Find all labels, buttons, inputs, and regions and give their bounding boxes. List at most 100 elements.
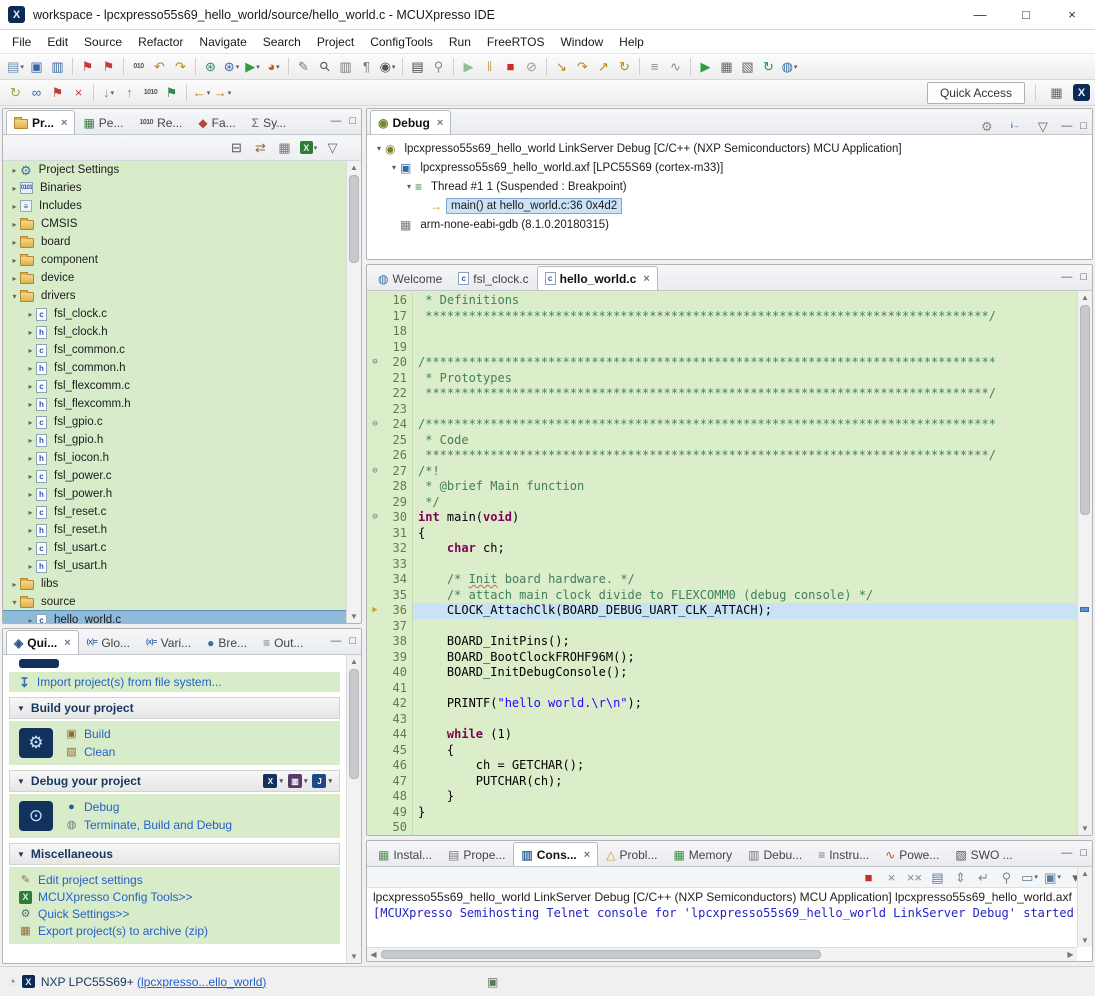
- maximize-view-icon[interactable]: □: [349, 635, 356, 647]
- quickstart-scrollbar[interactable]: ▲ ▼: [346, 655, 361, 963]
- explorer-tab-pr[interactable]: Pr...×: [6, 110, 75, 134]
- code-text[interactable]: while (1): [413, 727, 1077, 743]
- debug-tab-debug[interactable]: ◉Debug×: [370, 110, 451, 134]
- pemicro-probe-button[interactable]: ▥▾: [288, 774, 308, 788]
- expander-icon[interactable]: ▸: [25, 526, 36, 535]
- collapse-twisty-icon[interactable]: ▼: [17, 777, 25, 786]
- console-tab-swo[interactable]: ▧SWO ...: [947, 842, 1020, 866]
- tree-item-fsl-usart-c[interactable]: ▸cfsl_usart.c: [3, 539, 361, 557]
- toolbar-refresh-config-button[interactable]: ↻: [6, 82, 25, 104]
- toolbar-instruction-stepping-button[interactable]: ≡: [645, 56, 664, 78]
- explorer-tab-sy[interactable]: ΣSy...: [244, 110, 295, 134]
- menu-file[interactable]: File: [4, 31, 39, 53]
- fold-gutter[interactable]: [367, 495, 383, 511]
- code-text[interactable]: int main(void): [413, 510, 1077, 526]
- toolbar-view-menu-button[interactable]: ▽: [1033, 115, 1052, 137]
- maximize-view-icon[interactable]: □: [1080, 271, 1087, 283]
- tree-item-source[interactable]: ▾source: [3, 593, 361, 611]
- tree-item-includes[interactable]: ▸≡Includes: [3, 197, 361, 215]
- toolbar-filters-button[interactable]: ▦: [275, 137, 294, 159]
- toolbar-undo-button[interactable]: ↶: [150, 56, 169, 78]
- expander-icon[interactable]: ▸: [25, 490, 36, 499]
- toolbar-link-with-editor-button[interactable]: ⇄: [251, 137, 270, 159]
- close-icon[interactable]: ×: [643, 273, 649, 285]
- code-text[interactable]: [413, 557, 1077, 573]
- code-text[interactable]: {: [413, 526, 1077, 542]
- action-link-export-project-s-to-archive-zip[interactable]: ▦Export project(s) to archive (zip): [19, 924, 208, 938]
- status-device-project[interactable]: NXP LPC55S69+ (lpcxpresso...ello_world): [41, 975, 267, 989]
- quick-access-button[interactable]: Quick Access: [927, 82, 1025, 104]
- toolbar-open-console-button[interactable]: ▤: [408, 56, 427, 78]
- toolbar-save-all-button[interactable]: ▥: [48, 56, 67, 78]
- action-link-terminate-build-and-debug[interactable]: ◍Terminate, Build and Debug: [65, 818, 232, 832]
- code-text[interactable]: PRINTF("hello world.\r\n");: [413, 696, 1077, 712]
- menu-edit[interactable]: Edit: [39, 31, 76, 53]
- toolbar-forward-button[interactable]: →▾: [213, 82, 232, 104]
- expander-icon[interactable]: ▸: [25, 346, 36, 355]
- scroll-up-icon[interactable]: ▲: [1078, 867, 1092, 880]
- fold-gutter[interactable]: [367, 774, 383, 790]
- toolbar-step-return-button[interactable]: ↗: [594, 56, 613, 78]
- menu-freertos[interactable]: FreeRTOS: [479, 31, 553, 53]
- section-header-build-your-project[interactable]: ▼Build your project: [9, 697, 340, 719]
- toolbar-terminate-button[interactable]: ■: [859, 866, 878, 888]
- expander-icon[interactable]: ▾: [9, 598, 20, 607]
- scroll-up-icon[interactable]: ▲: [347, 161, 361, 174]
- collapse-twisty-icon[interactable]: ▼: [17, 704, 25, 713]
- fold-gutter[interactable]: [367, 634, 383, 650]
- explorer-scrollbar[interactable]: ▲ ▼: [346, 161, 361, 623]
- console-tab-cons[interactable]: ▥Cons...×: [513, 842, 598, 866]
- toolbar-open-console-button[interactable]: ▣▾: [1043, 866, 1062, 888]
- maximize-button[interactable]: □: [1003, 0, 1049, 30]
- menu-navigate[interactable]: Navigate: [191, 31, 254, 53]
- close-icon[interactable]: ×: [64, 637, 70, 649]
- expander-icon[interactable]: ▸: [9, 166, 20, 175]
- tree-item-fsl-power-c[interactable]: ▸cfsl_power.c: [3, 467, 361, 485]
- expander-icon[interactable]: ▸: [9, 220, 20, 229]
- toolbar-perspective-grid-button[interactable]: ▦: [1047, 82, 1066, 104]
- menu-source[interactable]: Source: [76, 31, 130, 53]
- fold-gutter[interactable]: [367, 820, 383, 835]
- code-text[interactable]: */: [413, 495, 1077, 511]
- code-text[interactable]: * Code: [413, 433, 1077, 449]
- minimize-view-icon[interactable]: —: [1061, 120, 1072, 132]
- console-tab-prope[interactable]: ▤Prope...: [440, 842, 513, 866]
- toolbar-counter-1010-button[interactable]: 1010: [141, 82, 160, 104]
- toolbar-back-button[interactable]: ←▾: [192, 82, 211, 104]
- tree-item-board[interactable]: ▸board: [3, 233, 361, 251]
- quickstart-tab-bre[interactable]: ●Bre...: [199, 630, 255, 654]
- fold-gutter[interactable]: ⊖: [367, 417, 383, 433]
- toolbar-step-over-button[interactable]: ↷: [573, 56, 592, 78]
- code-text[interactable]: /***************************************…: [413, 355, 1077, 371]
- toolbar-pin-red-2-button[interactable]: ⚑: [99, 56, 118, 78]
- section-header-debug-your-project[interactable]: ▼Debug your projectX▾▥▾J▾: [9, 770, 340, 792]
- fold-gutter[interactable]: [367, 650, 383, 666]
- fold-gutter[interactable]: ▶: [367, 603, 383, 619]
- expander-icon[interactable]: ▸: [25, 544, 36, 553]
- code-text[interactable]: [413, 402, 1077, 418]
- explorer-tab-fa[interactable]: ◆Fa...: [190, 110, 243, 134]
- menu-configtools[interactable]: ConfigTools: [362, 31, 441, 53]
- toolbar-binary-counter-button[interactable]: 010: [129, 56, 148, 78]
- code-text[interactable]: [413, 681, 1077, 697]
- toolbar-clear-marks-button[interactable]: ×: [69, 82, 88, 104]
- fold-gutter[interactable]: [367, 541, 383, 557]
- action-link-clean[interactable]: ▨Clean: [65, 745, 115, 759]
- expander-icon[interactable]: ▾: [403, 182, 415, 191]
- fold-gutter[interactable]: [367, 712, 383, 728]
- code-editor[interactable]: 16 * Definitions17 *********************…: [367, 291, 1077, 835]
- toolbar-resume-button[interactable]: ▶: [459, 56, 478, 78]
- code-text[interactable]: PUTCHAR(ch);: [413, 774, 1077, 790]
- code-text[interactable]: }: [413, 805, 1077, 821]
- toolbar-welcome-world-button[interactable]: ◍▾: [780, 56, 799, 78]
- toolbar-sort-up-button[interactable]: ↑: [120, 82, 139, 104]
- toolbar-remove-launch-button[interactable]: ×: [882, 866, 901, 888]
- code-text[interactable]: [413, 340, 1077, 356]
- tree-item-hello-world-c[interactable]: ▸chello_world.c: [3, 611, 361, 623]
- toolbar-terminate-button[interactable]: ■: [501, 56, 520, 78]
- expander-icon[interactable]: ▸: [9, 274, 20, 283]
- expander-icon[interactable]: ▸: [9, 184, 20, 193]
- fold-gutter[interactable]: [367, 340, 383, 356]
- minimize-view-icon[interactable]: —: [330, 635, 341, 647]
- console-hscrollbar[interactable]: ◀ ▶: [367, 947, 1077, 961]
